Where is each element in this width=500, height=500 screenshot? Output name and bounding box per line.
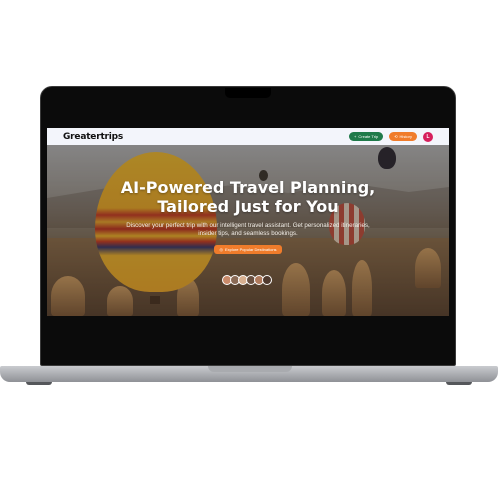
history-icon: ⟲ [394, 134, 398, 139]
explore-destinations-label: Explore Popular Destinations [224, 247, 277, 252]
laptop-foot [26, 382, 52, 385]
nav-actions: + Create Trip ⟲ History L [349, 131, 433, 142]
laptop-opening-groove [208, 366, 292, 372]
laptop-foot [446, 382, 472, 385]
plus-icon: + [354, 134, 357, 139]
hero-subtitle: Discover your perfect trip with our inte… [126, 222, 370, 237]
user-avatar[interactable]: L [423, 131, 433, 142]
headline-line-1: AI-Powered Travel Planning, [120, 178, 376, 197]
traveler-avatars [222, 275, 272, 285]
site-logo[interactable]: Greatertrips [63, 132, 123, 142]
explore-destinations-button[interactable]: ◎ Explore Popular Destinations [214, 245, 282, 254]
laptop-mockup: Greatertrips + Create Trip ⟲ History L A… [0, 0, 500, 500]
browser-screen: Greatertrips + Create Trip ⟲ History L A… [47, 128, 449, 316]
create-trip-button[interactable]: + Create Trip [349, 132, 384, 141]
hero-section: AI-Powered Travel Planning, Tailored Jus… [47, 178, 449, 254]
headline-line-2: Tailored Just for You [157, 197, 339, 216]
hero-headline: AI-Powered Travel Planning, Tailored Jus… [47, 178, 449, 216]
create-trip-label: Create Trip [358, 134, 379, 139]
compass-icon: ◎ [219, 247, 223, 252]
top-navbar: Greatertrips + Create Trip ⟲ History L [47, 128, 449, 145]
camera-notch [225, 88, 271, 98]
history-button[interactable]: ⟲ History [389, 132, 417, 141]
traveler-avatar [262, 275, 272, 285]
history-label: History [399, 134, 412, 139]
